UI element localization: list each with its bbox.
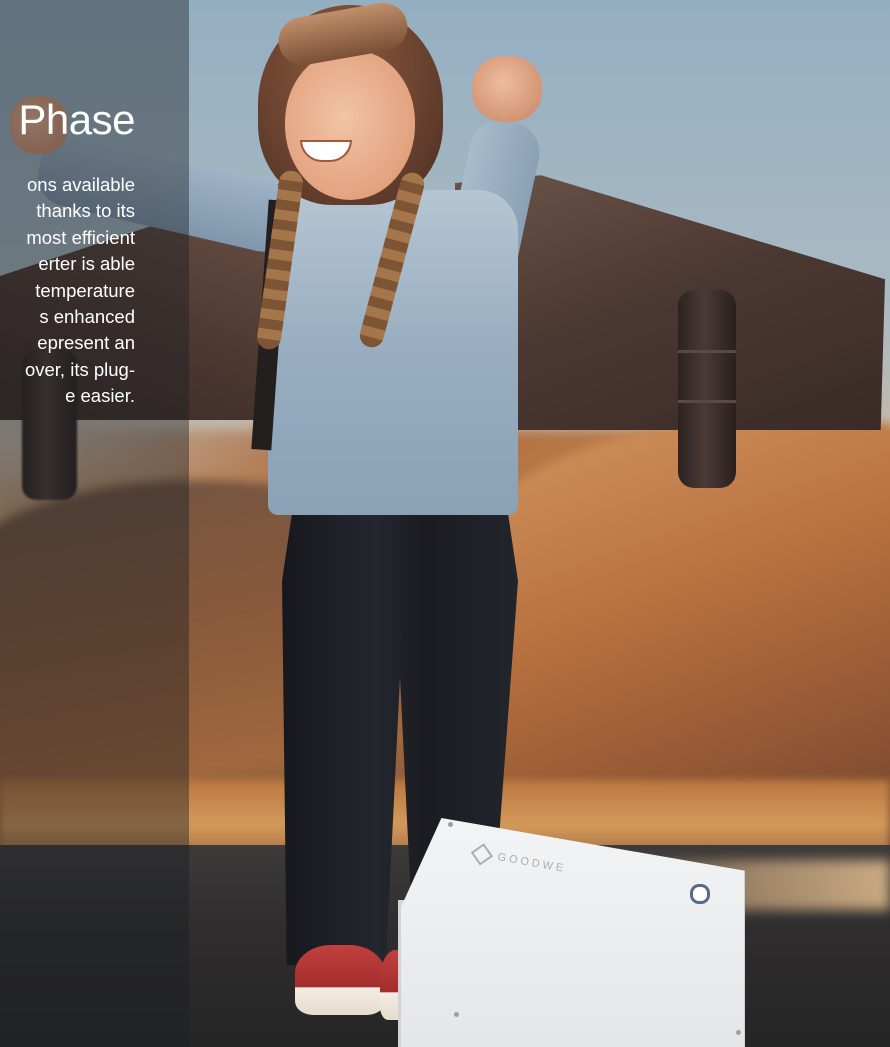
body-line: epresent an	[37, 332, 135, 354]
panel-content: Phase ons available thanks to its most e…	[0, 94, 135, 410]
body-line: temperature	[35, 279, 135, 301]
screw-icon	[454, 1012, 459, 1017]
text-overlay-panel: Phase ons available thanks to its most e…	[0, 0, 189, 1047]
body-line: ons available	[27, 174, 135, 195]
panel-body-text: ons available thanks to its most efficie…	[0, 172, 135, 410]
panel-title: Phase	[18, 96, 135, 143]
body-line: s enhanced	[39, 306, 135, 328]
body-line: most efficient	[26, 226, 135, 248]
inverter-status-led-icon	[690, 884, 710, 904]
body-line: e easier.	[65, 385, 135, 407]
child-fist-right	[472, 56, 542, 122]
body-line: erter is able	[38, 253, 135, 275]
child-face	[285, 50, 415, 200]
screw-icon	[736, 1030, 741, 1035]
screw-icon	[448, 822, 453, 827]
body-line: over, its plug-	[24, 358, 135, 380]
red-sneaker-left	[295, 945, 385, 1015]
body-line: thanks to its	[36, 200, 135, 222]
